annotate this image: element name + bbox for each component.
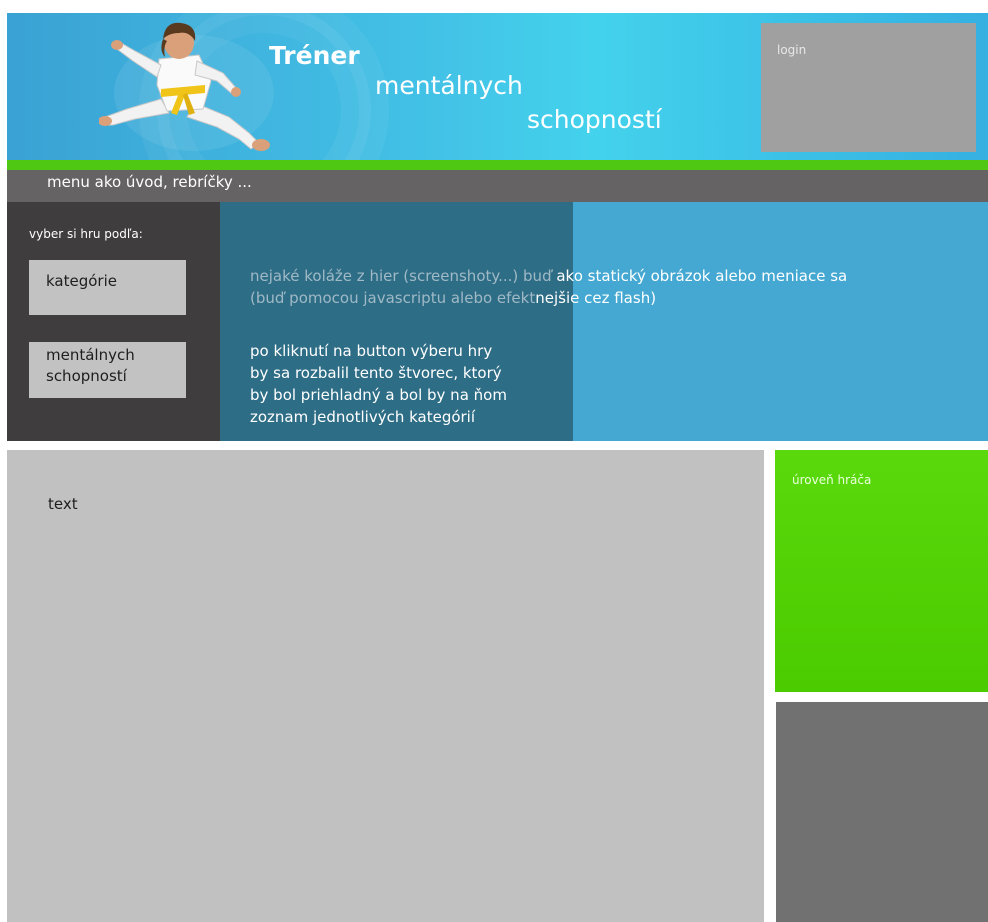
sidebar-label: vyber si hru podľa:: [29, 227, 143, 241]
content-text: text: [48, 495, 78, 513]
game-collage-banner: nejaké koláže z hier (screenshoty...) bu…: [220, 202, 988, 441]
banner-note-line2: (buď pomocou javascriptu alebo efektnejš…: [250, 287, 970, 309]
banner-note-line1: nejaké koláže z hier (screenshoty...) bu…: [250, 265, 970, 287]
site-title-line3: schopností: [527, 105, 662, 134]
player-level-panel: úroveň hráča: [775, 450, 988, 692]
player-level-label: úroveň hráča: [792, 473, 872, 487]
karate-kid-image: [99, 22, 274, 151]
banner-note-line1-bright: ako statický obrázok alebo meniace sa: [551, 267, 848, 285]
site-title-strong: Tréner: [269, 41, 360, 70]
banner-note-line2-dim: (buď pomocou javascriptu alebo efekt: [250, 289, 536, 307]
game-select-sidebar: vyber si hru podľa: kategórie mentálnych…: [7, 202, 220, 441]
mental-skills-button-line2: schopností: [46, 367, 127, 385]
login-box[interactable]: login: [761, 23, 976, 152]
secondary-panel: [776, 702, 988, 922]
dropdown-note-line: po kliknutí na button výberu hry: [250, 342, 493, 360]
category-button[interactable]: kategórie: [29, 260, 186, 315]
menu-bar: menu ako úvod, rebríčky ...: [7, 170, 988, 202]
site-title-line2: mentálnych: [375, 71, 523, 100]
main-content: text: [7, 450, 764, 922]
mental-skills-button-line1: mentálnych: [46, 346, 135, 364]
main-menu-link[interactable]: menu ako úvod, rebríčky ...: [47, 173, 252, 191]
dropdown-note-line: by sa rozbalil tento štvorec, ktorý: [250, 364, 502, 382]
dropdown-note-line: by bol priehladný a bol by na ňom: [250, 386, 507, 404]
banner-note: nejaké koláže z hier (screenshoty...) bu…: [250, 265, 970, 309]
login-label: login: [777, 43, 807, 57]
dropdown-note-line: zoznam jednotlivých kategórií: [250, 408, 476, 426]
header: Tréner mentálnych schopností login: [7, 13, 988, 160]
banner-note-line1-dim: nejaké koláže z hier (screenshoty...) bu…: [250, 267, 552, 285]
mental-skills-button[interactable]: mentálnych schopností: [29, 342, 186, 398]
dropdown-note: po kliknutí na button výberu hry by sa r…: [250, 340, 507, 428]
accent-stripe: [7, 160, 988, 170]
category-button-label: kategórie: [46, 272, 117, 290]
banner-note-line2-bright: nejšie cez flash): [535, 289, 657, 307]
